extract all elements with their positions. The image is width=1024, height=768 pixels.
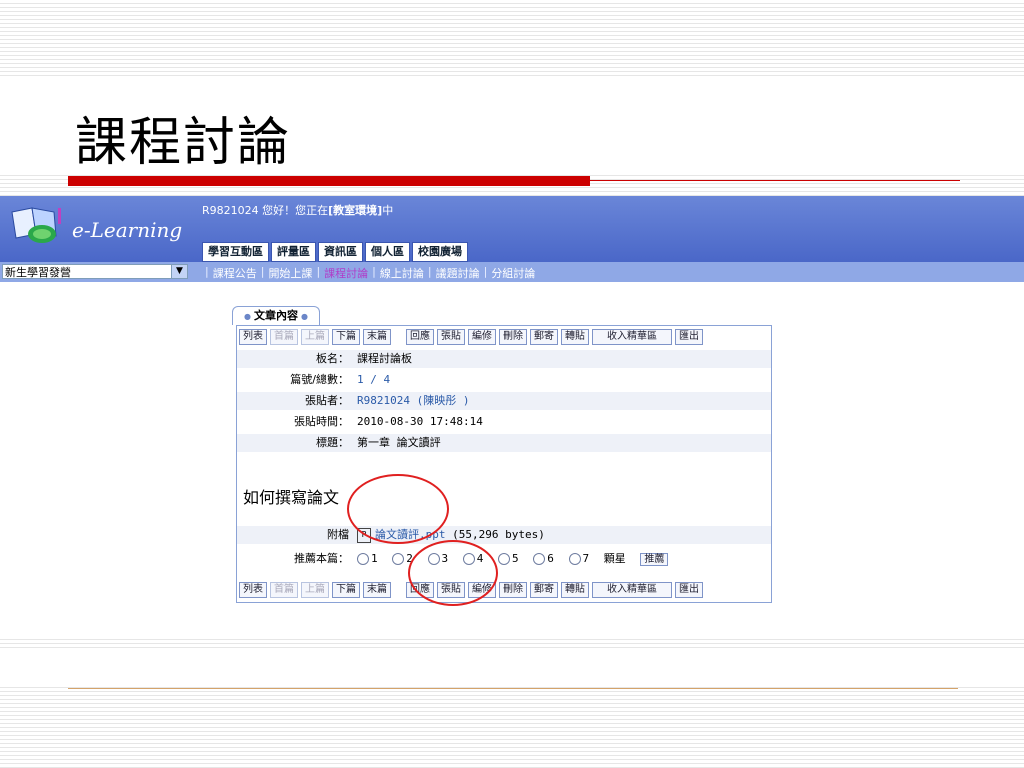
article-panel: 列表 首篇 上篇 下篇 末篇 回應 張貼 編修 刪除 郵寄 轉貼 收入精華區 匯… — [236, 325, 772, 603]
attachment-label: 附檔 — [327, 528, 349, 541]
sub-link-start-class[interactable]: 開始上課 — [268, 265, 312, 281]
article-tab[interactable]: ● 文章內容 ● — [232, 306, 320, 325]
book-logo-icon — [11, 207, 61, 243]
main-tabs: 學習互動區 評量區 資訊區 個人區 校園廣場 — [202, 242, 468, 262]
course-select-value: 新生學習發營 — [5, 266, 71, 279]
tab-learning[interactable]: 學習互動區 — [202, 242, 269, 262]
collect-button[interactable]: 收入精華區 — [592, 582, 672, 598]
field-value: 第一章 論文讀評 — [357, 436, 441, 449]
post-button[interactable]: 張貼 — [437, 329, 465, 345]
rating-options: 1 2 3 4 5 6 7 顆星 推薦 — [357, 550, 669, 568]
radio-2[interactable] — [392, 553, 405, 565]
reply-button[interactable]: 回應 — [406, 329, 434, 345]
last-button[interactable]: 末篇 — [363, 582, 391, 598]
field-board: 板名： 課程討論板 — [237, 350, 771, 368]
field-value: 1 / 4 — [357, 373, 391, 386]
sub-link-group-discussion[interactable]: 分組討論 — [491, 265, 535, 281]
tab-assessment[interactable]: 評量區 — [271, 242, 316, 262]
toolbar-top: 列表 首篇 上篇 下篇 末篇 回應 張貼 編修 刪除 郵寄 轉貼 收入精華區 匯… — [239, 329, 703, 345]
sub-nav-bar: 新生學習發營 ▼ | 課程公告 | 開始上課 | 課程討論 | 線上討論 | 議… — [0, 262, 1024, 282]
first-button[interactable]: 首篇 — [270, 329, 298, 345]
title-underline-line — [590, 180, 960, 181]
next-button[interactable]: 下篇 — [332, 582, 360, 598]
first-button[interactable]: 首篇 — [270, 582, 298, 598]
mail-button[interactable]: 郵寄 — [530, 329, 558, 345]
radio-5[interactable] — [498, 553, 510, 565]
sub-link-online-discussion[interactable]: 線上討論 — [380, 265, 424, 281]
collect-button[interactable]: 收入精華區 — [592, 329, 672, 345]
field-label: 張貼時間： — [294, 415, 349, 428]
footer-band — [0, 650, 1024, 684]
slide-title: 課程討論 — [75, 113, 292, 173]
logo[interactable]: e-Learning — [8, 202, 183, 254]
tab-campus[interactable]: 校園廣場 — [412, 242, 468, 262]
title-underline-bar — [68, 176, 590, 186]
greeting-place: [教室環境] — [328, 204, 383, 217]
field-author: 張貼者： R9821024 (陳映彤 ) — [237, 392, 771, 410]
radio-7[interactable] — [568, 553, 581, 565]
greeting-suffix: 中 — [382, 204, 394, 217]
recommend-label: 推薦本篇： — [294, 552, 349, 565]
forward-button[interactable]: 轉貼 — [561, 329, 589, 345]
sub-link-topic-discussion[interactable]: 議題討論 — [436, 265, 480, 281]
field-value: 課程討論板 — [357, 352, 412, 365]
prev-button[interactable]: 上篇 — [301, 329, 329, 345]
sub-links: | 課程公告 | 開始上課 | 課程討論 | 線上討論 | 議題討論 | 分組討… — [205, 265, 536, 281]
footer-line — [68, 688, 958, 689]
export-button[interactable]: 匯出 — [675, 329, 703, 345]
tab-information[interactable]: 資訊區 — [318, 242, 363, 262]
delete-button[interactable]: 刪除 — [499, 329, 527, 345]
author-link[interactable]: R9821024 (陳映彤 ) — [357, 392, 469, 410]
tab-personal[interactable]: 個人區 — [365, 242, 410, 262]
screenshot: e-Learning R9821024 您好！您正在[教室環境]中 學習互動區 … — [0, 196, 1024, 636]
delete-button[interactable]: 刪除 — [499, 582, 527, 598]
export-button[interactable]: 匯出 — [675, 582, 703, 598]
field-label: 篇號/總數： — [290, 373, 349, 386]
chevron-down-icon[interactable]: ▼ — [171, 265, 187, 278]
last-button[interactable]: 末篇 — [363, 329, 391, 345]
mail-button[interactable]: 郵寄 — [530, 582, 558, 598]
sub-link-course-discussion[interactable]: 課程討論 — [324, 265, 368, 281]
recommend-button[interactable]: 推薦 — [640, 553, 669, 566]
field-title: 標題： 第一章 論文讀評 — [237, 434, 771, 452]
field-number: 篇號/總數： 1 / 4 — [237, 371, 771, 389]
article-tab-label: 文章內容 — [253, 309, 298, 322]
highlight-circle-rating — [408, 540, 498, 606]
field-time: 張貼時間： 2010-08-30 17:48:14 — [237, 413, 771, 431]
list-button[interactable]: 列表 — [239, 329, 267, 345]
edit-button[interactable]: 編修 — [468, 329, 496, 345]
prev-button[interactable]: 上篇 — [301, 582, 329, 598]
stars-label: 顆星 — [603, 552, 626, 565]
highlight-circle-attachment — [347, 474, 449, 544]
field-value: 2010-08-30 17:48:14 — [357, 415, 483, 428]
greeting: R9821024 您好！您正在[教室環境]中 — [202, 202, 393, 218]
next-button[interactable]: 下篇 — [332, 329, 360, 345]
list-button[interactable]: 列表 — [239, 582, 267, 598]
course-select[interactable]: 新生學習發營 ▼ — [2, 264, 188, 279]
radio-6[interactable] — [533, 553, 546, 565]
greeting-prefix: R9821024 您好！您正在 — [202, 204, 329, 217]
field-label: 標題： — [316, 436, 349, 449]
recommend-row: 推薦本篇： 1 2 3 4 5 6 7 顆星 推薦 — [237, 550, 771, 568]
sub-link-announcements[interactable]: 課程公告 — [213, 265, 257, 281]
logo-text: e-Learning — [72, 218, 183, 242]
radio-1[interactable] — [357, 553, 369, 565]
field-label: 張貼者： — [305, 394, 349, 407]
article-body: 如何撰寫論文 — [243, 488, 340, 507]
forward-button[interactable]: 轉貼 — [561, 582, 589, 598]
top-banner: e-Learning R9821024 您好！您正在[教室環境]中 學習互動區 … — [0, 196, 1024, 262]
attachment-size: (55,296 bytes) — [452, 528, 545, 541]
attachment-row: 附檔 P 論文讀評.ppt (55,296 bytes) — [237, 526, 771, 544]
field-label: 板名： — [316, 352, 349, 365]
